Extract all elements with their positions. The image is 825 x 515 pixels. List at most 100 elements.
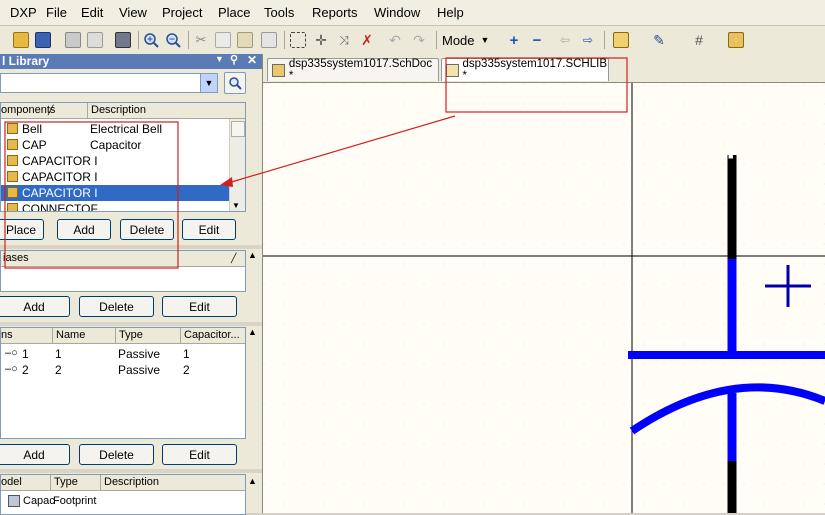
schematic-icon <box>272 63 285 77</box>
grid-icon[interactable]: # <box>690 31 708 49</box>
add-icon[interactable]: + <box>505 31 523 49</box>
search-icon <box>229 77 242 90</box>
chevron-down-icon[interactable]: ▼ <box>200 74 217 92</box>
redo-icon[interactable]: ↷ <box>410 31 428 49</box>
forward-icon[interactable]: ⇨ <box>579 31 597 49</box>
tab-schlib[interactable]: dsp335system1017.SCHLIB * <box>441 58 609 82</box>
open-icon[interactable] <box>12 31 30 49</box>
search-button[interactable] <box>224 72 246 94</box>
library-icon <box>446 63 459 77</box>
column-description[interactable]: Description <box>104 476 159 488</box>
component-icon <box>7 123 18 134</box>
menu-tools[interactable]: Tools <box>264 5 294 20</box>
pin-row[interactable]: –○ 2 2 Passive 2 <box>1 362 245 378</box>
zoom-in-icon[interactable] <box>142 31 160 49</box>
pin-row[interactable]: –○ 1 1 Passive 1 <box>1 346 245 362</box>
pin-icon: –○ <box>5 347 18 359</box>
edit-pin-button[interactable]: Edit <box>162 444 237 465</box>
panel-menu-icon[interactable]: ▼ <box>215 54 224 64</box>
mode-label: Mode <box>442 32 475 48</box>
library-filter-combo[interactable]: ▼ <box>0 73 218 93</box>
component-icon <box>7 187 18 198</box>
select-rect-icon[interactable] <box>289 31 307 49</box>
pins-list: ns Name Type Capacitor... –○ 1 1 Passive… <box>0 327 246 439</box>
component-row[interactable]: CAPACITOR I <box>1 153 229 169</box>
aliases-list: iases ╱ <box>0 250 246 292</box>
delete-alias-button[interactable]: Delete <box>79 296 154 317</box>
component-icon <box>7 139 18 150</box>
move-icon[interactable]: ✛ <box>312 31 330 49</box>
zoom-out-icon[interactable] <box>164 31 182 49</box>
component-icon[interactable] <box>114 31 132 49</box>
menu-window[interactable]: Window <box>374 5 420 20</box>
component-row[interactable]: CONNECTOF <box>1 201 229 211</box>
chevron-down-icon: ▼ <box>480 35 490 45</box>
column-capacitor[interactable]: Capacitor... <box>184 329 240 341</box>
menu-file[interactable]: File <box>46 5 67 20</box>
schematic-drawing: ■ <box>263 83 825 513</box>
paste-array-icon[interactable] <box>260 31 278 49</box>
add-component-button[interactable]: Add <box>57 219 111 240</box>
print-preview-icon[interactable] <box>86 31 104 49</box>
menu-project[interactable]: Project <box>162 5 202 20</box>
undo-icon[interactable]: ↶ <box>386 31 404 49</box>
remove-icon[interactable]: − <box>528 31 546 49</box>
menu-edit[interactable]: Edit <box>81 5 103 20</box>
library-icon[interactable] <box>727 31 745 49</box>
pin-icon[interactable]: ⚲ <box>230 53 238 66</box>
clear-select-icon[interactable]: ✗ <box>358 31 376 49</box>
menu-view[interactable]: View <box>119 5 147 20</box>
panel-header: l Library ▼ ⚲ ✕ <box>0 53 262 69</box>
add-pin-button[interactable]: Add <box>0 444 70 465</box>
print-icon[interactable] <box>64 31 82 49</box>
cut-icon[interactable]: ✂ <box>192 31 210 49</box>
cross-select-icon[interactable]: ⤨ <box>335 31 353 49</box>
column-type[interactable]: Type <box>54 476 78 488</box>
place-part-icon[interactable] <box>612 31 630 49</box>
aliases-header: iases ╱ <box>1 251 245 267</box>
components-list: omponents ╱ Description Bell Electrical B… <box>0 102 246 212</box>
sort-icon: ╱ <box>48 105 54 115</box>
drawing-tools-icon[interactable]: ✎ <box>650 31 668 49</box>
toolbar: ✂ ✛ ⤨ ✗ ↶ ↷ Mode ▼ + − ⇦ ⇨ ✎ # <box>0 26 825 55</box>
model-row[interactable]: Capac Footprint <box>1 494 245 510</box>
column-model[interactable]: odel <box>1 476 22 488</box>
copy-icon[interactable] <box>214 31 232 49</box>
menu-reports[interactable]: Reports <box>312 5 358 20</box>
menu-bar: DXP File Edit View Project Place Tools R… <box>0 0 825 26</box>
column-aliases[interactable]: iases <box>3 252 29 264</box>
collapse-icon[interactable]: ▲ <box>248 250 257 260</box>
collapse-icon[interactable]: ▲ <box>248 476 257 486</box>
column-pins[interactable]: ns <box>1 329 13 341</box>
menu-dxp[interactable]: DXP <box>10 5 37 20</box>
document-tabs: dsp335system1017.SchDoc * dsp335system10… <box>263 54 825 83</box>
collapse-icon[interactable]: ▲ <box>248 327 257 337</box>
back-icon[interactable]: ⇦ <box>556 31 574 49</box>
place-button[interactable]: Place <box>0 219 44 240</box>
column-description[interactable]: Description <box>91 104 146 116</box>
models-header: odel Type Description <box>1 475 245 491</box>
column-name[interactable]: Name <box>56 329 85 341</box>
menu-help[interactable]: Help <box>437 5 464 20</box>
panel-title: l Library <box>2 54 50 68</box>
mode-dropdown[interactable]: Mode ▼ <box>442 31 498 49</box>
save-icon[interactable] <box>34 31 52 49</box>
component-icon <box>7 203 18 211</box>
edit-component-button[interactable]: Edit <box>182 219 236 240</box>
sort-icon: ╱ <box>231 253 237 263</box>
delete-component-button[interactable]: Delete <box>120 219 174 240</box>
component-row[interactable]: CAPACITOR I <box>1 169 229 185</box>
component-row[interactable]: CAP Capacitor <box>1 137 229 153</box>
component-row-selected[interactable]: CAPACITOR I <box>1 185 229 201</box>
component-row[interactable]: Bell Electrical Bell <box>1 121 229 137</box>
paste-icon[interactable] <box>236 31 254 49</box>
tab-schdoc[interactable]: dsp335system1017.SchDoc * <box>267 58 439 82</box>
schematic-canvas[interactable]: ■ <box>263 83 825 513</box>
close-icon[interactable]: ✕ <box>247 53 257 67</box>
column-type[interactable]: Type <box>119 329 143 341</box>
delete-pin-button[interactable]: Delete <box>79 444 154 465</box>
menu-place[interactable]: Place <box>218 5 251 20</box>
components-scrollbar[interactable]: ▼ <box>229 119 245 211</box>
edit-alias-button[interactable]: Edit <box>162 296 237 317</box>
add-alias-button[interactable]: Add <box>0 296 70 317</box>
